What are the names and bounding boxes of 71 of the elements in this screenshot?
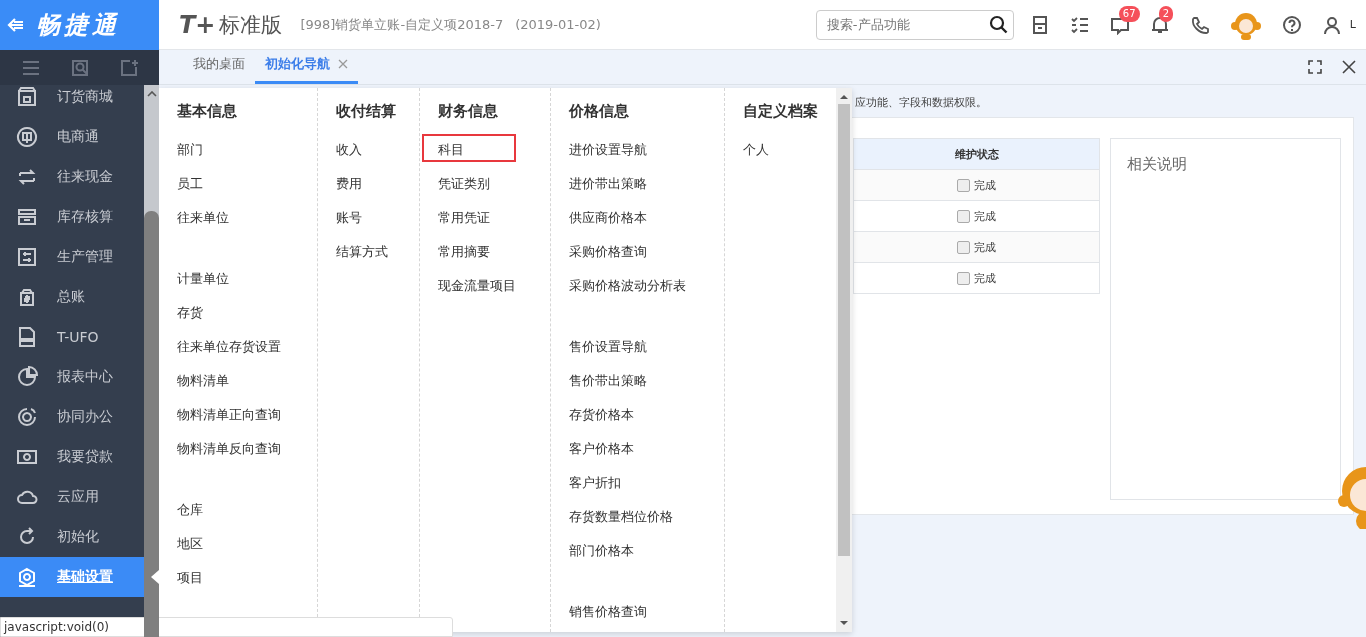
- menu-item[interactable]: 仓库: [159, 494, 317, 528]
- menu-item[interactable]: 个人: [725, 134, 836, 168]
- sidebar-item[interactable]: 我要贷款: [0, 437, 144, 477]
- sidebar-item[interactable]: 云应用: [0, 477, 144, 517]
- sidebar-item[interactable]: 往来现金: [0, 157, 144, 197]
- sidebar-item[interactable]: 协同办公: [0, 397, 144, 437]
- menu-item[interactable]: 员工: [159, 168, 317, 202]
- menu-item[interactable]: 项目: [159, 562, 317, 596]
- menu-heading: 基本信息: [176, 101, 238, 122]
- tab[interactable]: 初始化导航: [255, 55, 358, 84]
- product-name: 标准版: [219, 11, 283, 39]
- menu-item[interactable]: 采购价格查询: [551, 236, 724, 270]
- menu-heading: 价格信息: [568, 101, 630, 122]
- menu-item[interactable]: 销售价格查询: [551, 596, 724, 630]
- menu-item[interactable]: 存货数量档位价格: [551, 501, 724, 535]
- menu-item[interactable]: 收入: [318, 134, 419, 168]
- message-count-badge: 67: [1118, 5, 1140, 22]
- status-checkbox[interactable]: 完成: [957, 270, 996, 286]
- status-checkbox[interactable]: 完成: [957, 208, 996, 224]
- menu-item[interactable]: 往来单位存货设置: [159, 331, 317, 365]
- menu-item[interactable]: 账号: [318, 202, 419, 236]
- menu-item[interactable]: 费用: [318, 168, 419, 202]
- menu-item[interactable]: 凭证类别: [420, 168, 550, 202]
- document-date: (2019-01-02): [515, 17, 601, 32]
- sidebar-item[interactable]: 电商通: [0, 117, 144, 157]
- menu-item[interactable]: 售价设置导航: [551, 331, 724, 365]
- notification-count-badge: 2: [1158, 5, 1174, 22]
- status-bar: javascript:void(0): [0, 617, 453, 637]
- app-logo: 畅捷通: [36, 10, 120, 41]
- sidebar-item[interactable]: 订货商城: [0, 85, 144, 117]
- sidebar-item[interactable]: 报表中心: [0, 357, 144, 397]
- search-field[interactable]: 搜索-产品功能: [815, 9, 1014, 40]
- menu-item[interactable]: 地区: [159, 528, 317, 562]
- menu-item[interactable]: 售价带出策略: [551, 365, 724, 399]
- menu-item[interactable]: 物料清单: [159, 365, 317, 399]
- hint-text: 应功能、字段和数据权限。: [855, 95, 987, 110]
- menu-item[interactable]: 客户折扣: [551, 467, 724, 501]
- menu-item[interactable]: 物料清单正向查询: [159, 399, 317, 433]
- menu-item[interactable]: 现金流量项目: [420, 270, 550, 304]
- menu-item[interactable]: 常用凭证: [420, 202, 550, 236]
- menu-item[interactable]: 物料清单反向查询: [159, 433, 317, 467]
- menu-item[interactable]: 科目: [422, 134, 516, 162]
- product-logo: T+: [179, 10, 216, 39]
- status-checkbox[interactable]: 完成: [957, 177, 996, 193]
- menu-item[interactable]: 部门价格本: [551, 535, 724, 569]
- menu-item[interactable]: 结算方式: [318, 236, 419, 270]
- menu-item[interactable]: 进价带出策略: [551, 168, 724, 202]
- menu-heading: 财务信息: [437, 101, 499, 122]
- column-header: 维护状态: [953, 146, 1000, 163]
- sidebar-item[interactable]: 库存核算: [0, 197, 144, 237]
- menu-item[interactable]: 供应商价格本: [551, 202, 724, 236]
- notes-title: 相关说明: [1127, 155, 1187, 173]
- menu-heading: 收付结算: [335, 101, 397, 122]
- sidebar-item[interactable]: 初始化: [0, 517, 144, 557]
- menu-item[interactable]: 客户价格本: [551, 433, 724, 467]
- user-name[interactable]: L: [1349, 18, 1356, 31]
- sidebar-item[interactable]: 总账: [0, 277, 144, 317]
- sidebar-item[interactable]: 生产管理: [0, 237, 144, 277]
- menu-item[interactable]: 进价设置导航: [551, 134, 724, 168]
- document-title: [998]销货单立账-自定义项2018-7: [300, 15, 504, 34]
- sidebar-item[interactable]: T-UFO: [0, 317, 144, 357]
- status-checkbox[interactable]: 完成: [957, 239, 996, 255]
- tab[interactable]: 我的桌面: [183, 55, 255, 84]
- menu-item[interactable]: 存货: [159, 297, 317, 331]
- menu-item[interactable]: 采购价格波动分析表: [551, 270, 724, 304]
- menu-item[interactable]: 常用摘要: [420, 236, 550, 270]
- menu-item[interactable]: 存货价格本: [551, 399, 724, 433]
- menu-item[interactable]: 部门: [159, 134, 317, 168]
- menu-item[interactable]: 计量单位: [159, 263, 317, 297]
- menu-item[interactable]: 往来单位: [159, 202, 317, 236]
- menu-heading: 自定义档案: [742, 101, 819, 122]
